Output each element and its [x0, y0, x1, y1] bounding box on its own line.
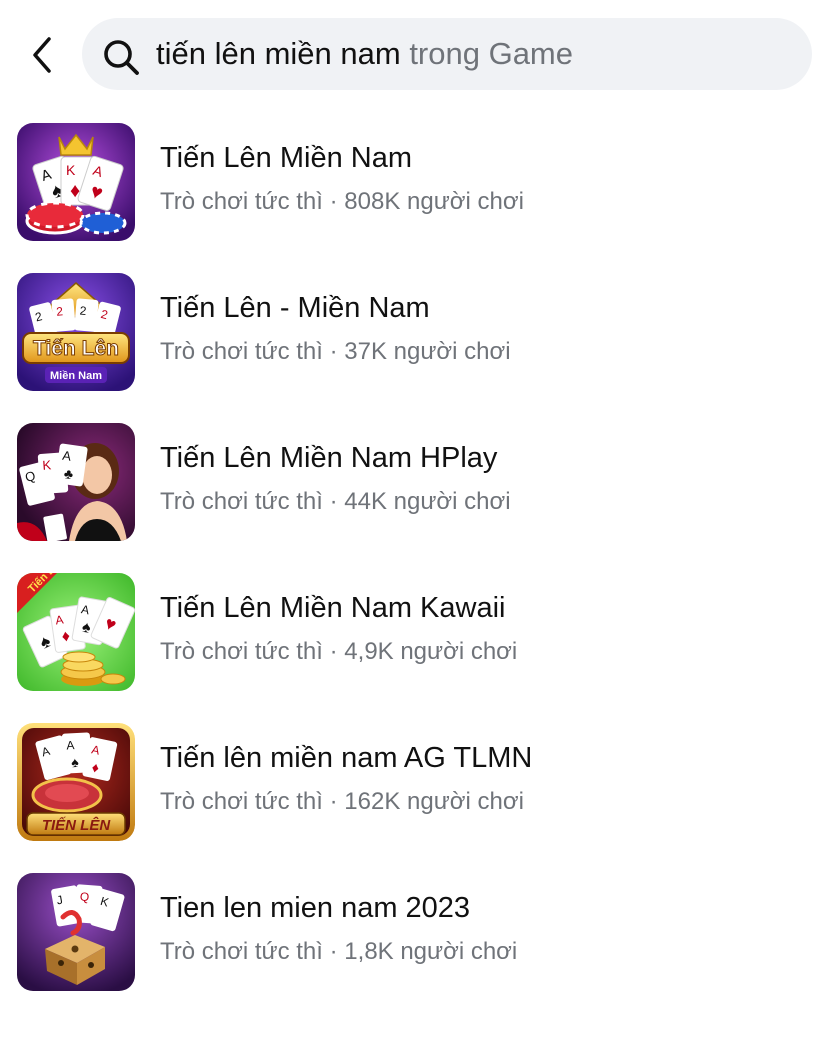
svg-text:A: A [66, 738, 75, 752]
icon-logo-subtext: Miền Nam [50, 370, 102, 382]
search-query-text: tiến lên miền nam [156, 36, 401, 71]
list-item[interactable]: A ♠ K ♦ A ♥ Tiến Lên Miền Nam Trò chơi tức … [0, 118, 832, 268]
meta-separator: · [329, 638, 338, 665]
game-category: Trò chơi tức thì [160, 788, 323, 815]
game-category: Trò chơi tức thì [160, 938, 323, 965]
game-meta: Trò chơi tức thì · 808K người chơi [160, 188, 524, 216]
chevron-left-icon [33, 37, 51, 73]
list-item[interactable]: 2 2 2 2 Tiến Lên Miền Nam Tiến Lên - Miề… [0, 268, 832, 418]
svg-text:♠: ♠ [71, 754, 80, 770]
game-category: Trò chơi tức thì [160, 338, 323, 365]
meta-separator: · [329, 488, 338, 515]
list-item[interactable]: A A ♠ A ♦ TIẾN LÊN Tiến lên miền nam AG TL… [0, 718, 832, 868]
cards-dice-purple-game-icon: J Q K [17, 873, 135, 991]
player-count: 162K người chơi [344, 788, 524, 815]
svg-text:K: K [66, 162, 76, 178]
search-input[interactable]: tiến lên miền nam trong Game [82, 18, 812, 90]
game-title: Tien len mien nam 2023 [160, 892, 471, 924]
list-item[interactable]: J Q K Tien len mien nam 2023 Trò chơi tứ… [0, 868, 832, 1018]
player-count: 4,9K người chơi [344, 638, 518, 665]
game-meta: Trò chơi tức thì · 44K người chơi [160, 488, 511, 516]
game-title: Tiến Lên Miền Nam [160, 142, 412, 174]
game-meta: Trò chơi tức thì · 37K người chơi [160, 338, 511, 366]
game-title: Tiến Lên Miền Nam HPlay [160, 442, 498, 474]
game-category: Trò chơi tức thì [160, 188, 323, 215]
game-category: Trò chơi tức thì [160, 488, 323, 515]
icon-logo-text: Tiến Lên [33, 337, 119, 360]
cards-crown-chips-game-icon: A ♠ K ♦ A ♥ [17, 123, 135, 241]
cards-woman-game-icon: Q K A ♣ [17, 423, 135, 541]
game-meta: Trò chơi tức thì · 1,8K người chơi [160, 938, 517, 966]
tien-len-logo-game-icon: 2 2 2 2 Tiến Lên Miền Nam [17, 273, 135, 391]
player-count: 37K người chơi [344, 338, 511, 365]
game-meta: Trò chơi tức thì · 162K người chơi [160, 788, 524, 816]
icon-logo-text: TIẾN LÊN [42, 816, 112, 834]
game-category: Trò chơi tức thì [160, 638, 323, 665]
search-query[interactable]: tiến lên miền nam trong Game [156, 18, 573, 90]
cards-chip-gold-game-icon: A A ♠ A ♦ TIẾN LÊN [17, 723, 135, 841]
meta-separator: · [329, 338, 338, 365]
meta-separator: · [329, 788, 338, 815]
svg-text:Q: Q [79, 889, 89, 904]
list-item[interactable]: Q K A ♣ Tiến Lên Miền Nam HPlay Trò chơi … [0, 418, 832, 568]
results-list: A ♠ K ♦ A ♥ Tiến Lên Miền Nam Trò chơi tức … [0, 118, 832, 1018]
search-header: tiến lên miền nam trong Game [0, 0, 832, 110]
meta-separator: · [329, 188, 338, 215]
player-count: 44K người chơi [344, 488, 511, 515]
search-scope: trong Game [409, 36, 574, 71]
cards-coins-green-game-icon: Tiến Lên ♠ A♦ A♠ ♥ [17, 573, 135, 691]
back-button[interactable] [22, 30, 62, 80]
game-title: Tiến Lên - Miền Nam [160, 292, 430, 324]
meta-separator: · [329, 938, 338, 965]
list-item[interactable]: Tiến Lên ♠ A♦ A♠ ♥ Tiến Lên Miền Nam Kaw… [0, 568, 832, 718]
player-count: 1,8K người chơi [344, 938, 518, 965]
player-count: 808K người chơi [344, 188, 524, 215]
search-icon [104, 40, 139, 75]
game-title: Tiến lên miền nam AG TLMN [160, 742, 533, 774]
game-meta: Trò chơi tức thì · 4,9K người chơi [160, 638, 517, 666]
game-title: Tiến Lên Miền Nam Kawaii [160, 592, 506, 624]
svg-text:K: K [42, 457, 52, 473]
